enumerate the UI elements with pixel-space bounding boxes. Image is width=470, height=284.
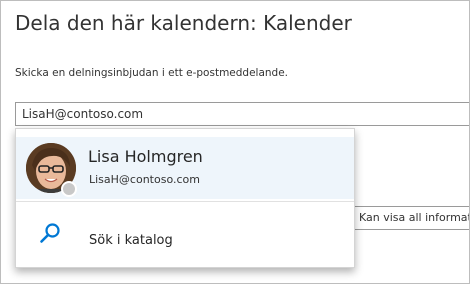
- permission-dropdown[interactable]: Kan visa all information: [353, 206, 470, 230]
- contact-suggestions-dropdown: Lisa Holmgren LisaH@contoso.com Sök i ka…: [15, 128, 355, 268]
- contact-name: Lisa Holmgren: [88, 147, 203, 166]
- share-instruction-text: Skicka en delningsinbjudan i ett e-postm…: [15, 67, 289, 79]
- share-calendar-dialog: Dela den här kalendern: Kalender Skicka …: [0, 0, 470, 284]
- recipient-email-input[interactable]: LisaH@contoso.com: [15, 102, 469, 126]
- contact-email: LisaH@contoso.com: [89, 173, 200, 186]
- permission-dropdown-value: Kan visa all information: [359, 211, 470, 224]
- recipient-email-value: LisaH@contoso.com: [22, 107, 144, 121]
- search-icon: [40, 223, 60, 243]
- presence-status-icon: [61, 181, 77, 197]
- search-directory-item[interactable]: Sök i katalog: [16, 202, 354, 267]
- suggestion-contact-lisa-holmgren[interactable]: Lisa Holmgren LisaH@contoso.com: [16, 137, 354, 199]
- search-directory-label: Sök i katalog: [89, 233, 173, 248]
- dialog-title: Dela den här kalendern: Kalender: [15, 11, 352, 35]
